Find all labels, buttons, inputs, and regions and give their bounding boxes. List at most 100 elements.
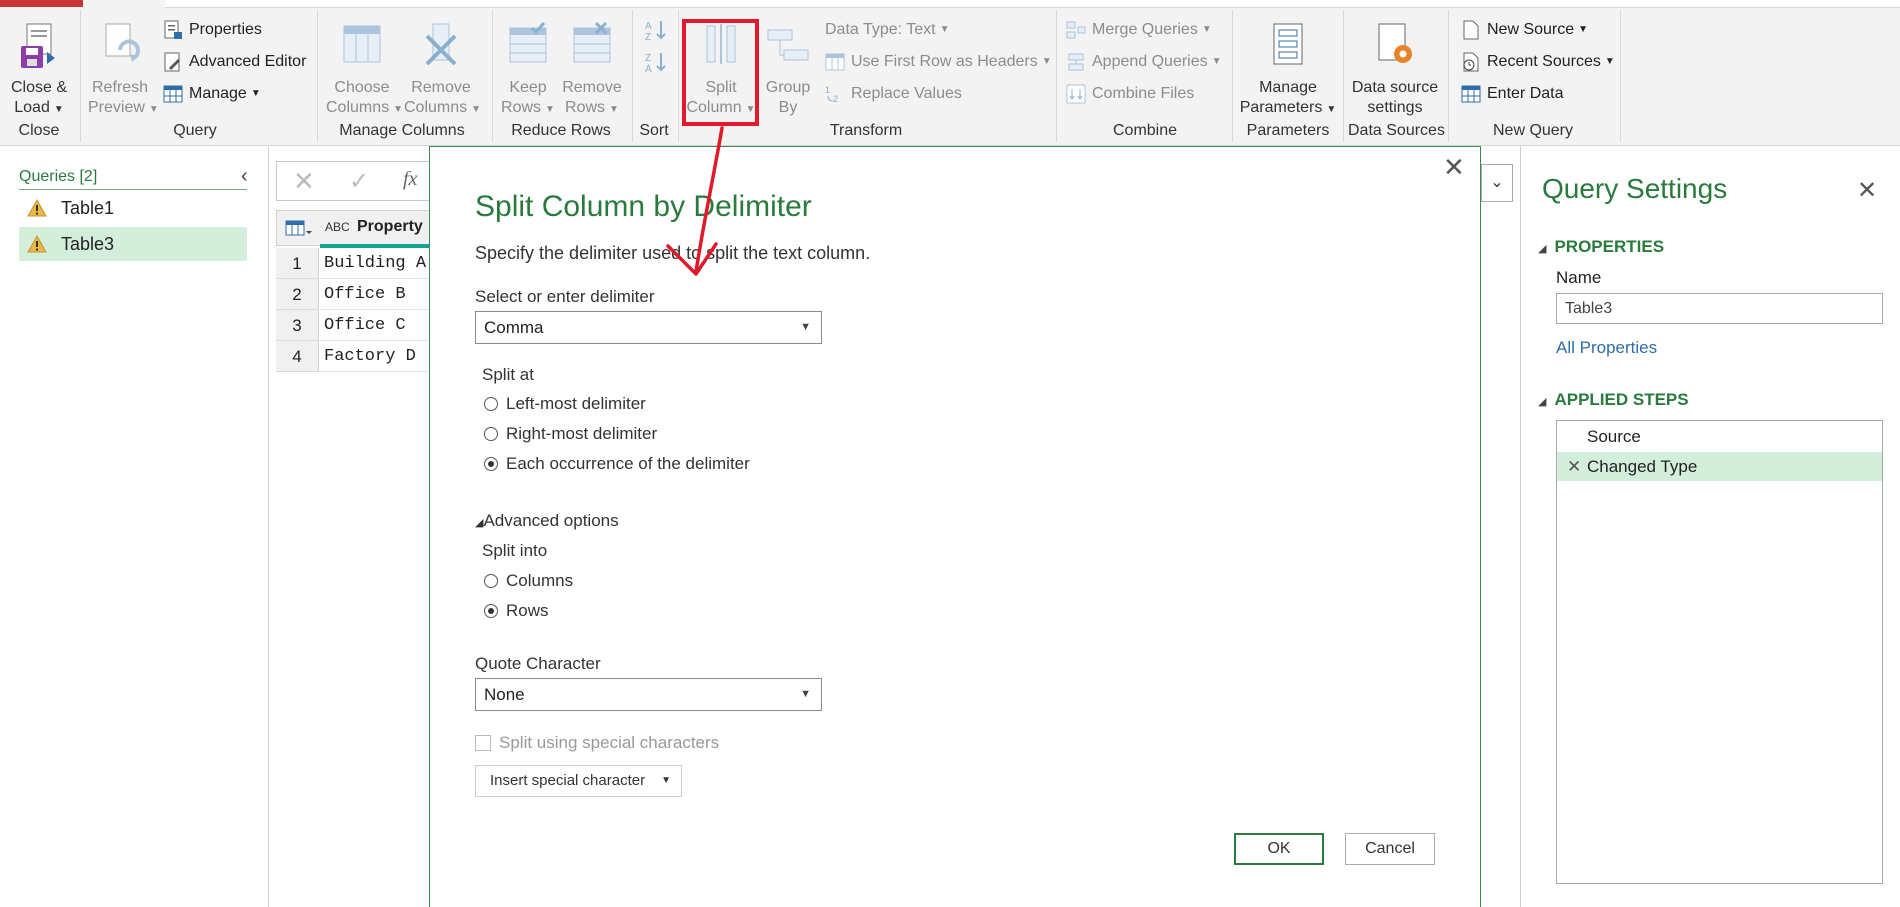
delete-step-icon[interactable]: ✕ <box>1567 452 1581 481</box>
grid-cell[interactable]: Factory D <box>320 341 436 372</box>
annotation-highlight-box <box>682 19 759 126</box>
properties-section-title: PROPERTIES <box>1554 237 1665 256</box>
dialog-subtitle: Specify the delimiter used to split the … <box>475 243 871 263</box>
quote-value: None <box>484 685 525 704</box>
manage-button[interactable]: Manage ▼ <box>163 82 261 106</box>
chevron-down-icon: ▼ <box>148 104 159 115</box>
radio-button[interactable] <box>484 397 498 411</box>
fx-icon[interactable]: fx <box>403 168 417 191</box>
radio-button[interactable] <box>484 427 498 441</box>
close-load-label-2: Load <box>14 99 50 116</box>
delimiter-label: Select or enter delimiter <box>475 287 655 306</box>
choose-label: Choose <box>334 79 390 96</box>
warning-icon <box>27 235 47 253</box>
group-label: Group <box>765 79 811 96</box>
query-item-table1[interactable]: Table1 <box>19 191 247 225</box>
combine-files-button[interactable]: Combine Files <box>1066 82 1194 106</box>
step-changed-type[interactable]: ✕ Changed Type <box>1557 452 1882 481</box>
refresh-icon <box>105 23 140 62</box>
recent-sources-button[interactable]: Recent Sources ▼ <box>1461 50 1615 74</box>
special-characters-checkbox[interactable]: Split using special characters <box>475 732 719 754</box>
ok-button[interactable]: OK <box>1234 833 1324 865</box>
radio-each-occurrence[interactable]: Each occurrence of the delimiter <box>484 453 750 475</box>
table-header-icon <box>825 53 845 71</box>
keep-rows-button[interactable]: Keep Rows ▼ <box>500 22 556 120</box>
chevron-down-icon[interactable]: ⌄ <box>1481 164 1513 202</box>
name-input[interactable]: Table3 <box>1556 293 1883 324</box>
insert-special-character-button[interactable]: Insert special character ▼ <box>475 765 682 797</box>
advanced-options-toggle[interactable]: ◢Advanced options <box>475 511 619 531</box>
cancel-formula-icon[interactable]: ✕ <box>293 166 315 197</box>
remove-columns-icon <box>425 23 457 66</box>
step-source[interactable]: Source <box>1557 422 1882 451</box>
radio-rows[interactable]: Rows <box>484 600 549 622</box>
data-source-settings-button[interactable]: Data source settings <box>1348 22 1442 118</box>
query-item-table3[interactable]: Table3 <box>19 227 247 261</box>
column-header-property[interactable]: Property <box>357 218 423 236</box>
grid-cell[interactable]: Office B <box>320 279 436 310</box>
group-separator <box>317 10 318 142</box>
settings-close-icon[interactable]: ✕ <box>1857 176 1877 205</box>
delimiter-select[interactable]: Comma ▼ <box>475 311 822 344</box>
group-separator <box>1343 10 1344 142</box>
new-source-label: New Source <box>1487 21 1575 38</box>
insert-special-label: Insert special character <box>490 772 646 789</box>
table-icon <box>1461 85 1481 103</box>
type-text-icon[interactable]: ABC <box>325 220 350 234</box>
new-source-button[interactable]: New Source ▼ <box>1461 18 1588 42</box>
properties-section-header[interactable]: ◢ PROPERTIES <box>1538 237 1664 257</box>
radio-button[interactable] <box>484 457 498 471</box>
group-label-sort: Sort <box>639 122 669 139</box>
radio-left-most[interactable]: Left-most delimiter <box>484 393 646 415</box>
merge-queries-button[interactable]: Merge Queries ▼ <box>1066 18 1212 42</box>
enter-data-button[interactable]: Enter Data <box>1461 82 1563 106</box>
sort-ascending-button[interactable]: AZ <box>644 18 668 47</box>
checkbox[interactable] <box>475 735 491 751</box>
choose-columns-button[interactable]: Choose Columns ▼ <box>326 22 403 120</box>
radio-label: Columns <box>506 571 574 590</box>
manage-parameters-label: Manage <box>1259 79 1317 96</box>
table-menu-icon[interactable] <box>285 220 313 238</box>
radio-columns[interactable]: Columns <box>484 570 573 592</box>
refresh-preview-button[interactable]: Refresh Preview ▼ <box>88 22 159 120</box>
grid-cell[interactable]: Building A <box>320 248 436 279</box>
dialog-close-icon[interactable]: ✕ <box>1443 152 1465 183</box>
replace-values-button[interactable]: 12 Replace Values <box>825 82 962 106</box>
advanced-editor-button[interactable]: Advanced Editor <box>163 50 306 74</box>
sort-descending-icon: ZA <box>645 53 666 75</box>
append-queries-button[interactable]: Append Queries ▼ <box>1066 50 1222 74</box>
group-separator <box>1448 10 1449 142</box>
replace-label: Replace Values <box>851 85 962 102</box>
grid-cell[interactable]: Office C <box>320 310 436 341</box>
quote-character-select[interactable]: None ▼ <box>475 678 822 711</box>
merge-queries-icon <box>1066 21 1086 39</box>
close-load-button[interactable]: Close & Load ▼ <box>6 22 72 120</box>
confirm-formula-icon[interactable]: ✓ <box>349 167 369 196</box>
properties-button[interactable]: Properties <box>163 18 262 42</box>
chevron-down-icon: ▼ <box>250 88 261 99</box>
remove-columns-button[interactable]: Remove Columns ▼ <box>404 22 481 120</box>
data-type-dropdown[interactable]: Data Type: Text ▼ <box>825 18 950 42</box>
warning-icon <box>27 199 47 217</box>
remove-label-2: Columns <box>404 99 468 116</box>
use-first-row-headers-button[interactable]: Use First Row as Headers ▼ <box>825 50 1052 74</box>
collapse-pane-icon[interactable]: ‹ <box>241 165 248 188</box>
sort-descending-button[interactable]: ZA <box>644 50 668 79</box>
settings-label-2: settings <box>1367 99 1423 116</box>
remove-rows-button[interactable]: Remove Rows ▼ <box>561 21 623 120</box>
manage-parameters-button[interactable]: Manage Parameters ▼ <box>1238 22 1338 120</box>
radio-button[interactable] <box>484 574 498 588</box>
cancel-button[interactable]: Cancel <box>1345 833 1435 865</box>
applied-steps-header[interactable]: ◢ APPLIED STEPS <box>1538 390 1689 410</box>
radio-right-most[interactable]: Right-most delimiter <box>484 423 657 445</box>
group-separator <box>678 10 679 142</box>
all-properties-link[interactable]: All Properties <box>1556 338 1657 358</box>
ribbon-tab-strip <box>165 0 1900 8</box>
file-tab-indicator[interactable] <box>0 0 83 7</box>
group-by-button[interactable]: Group By <box>762 22 814 118</box>
chevron-down-icon: ▼ <box>800 688 811 700</box>
step-label: Source <box>1587 427 1641 446</box>
radio-button[interactable] <box>484 604 498 618</box>
radio-label: Rows <box>506 601 549 620</box>
formula-bar[interactable]: ✕ ✓ fx <box>276 161 436 201</box>
